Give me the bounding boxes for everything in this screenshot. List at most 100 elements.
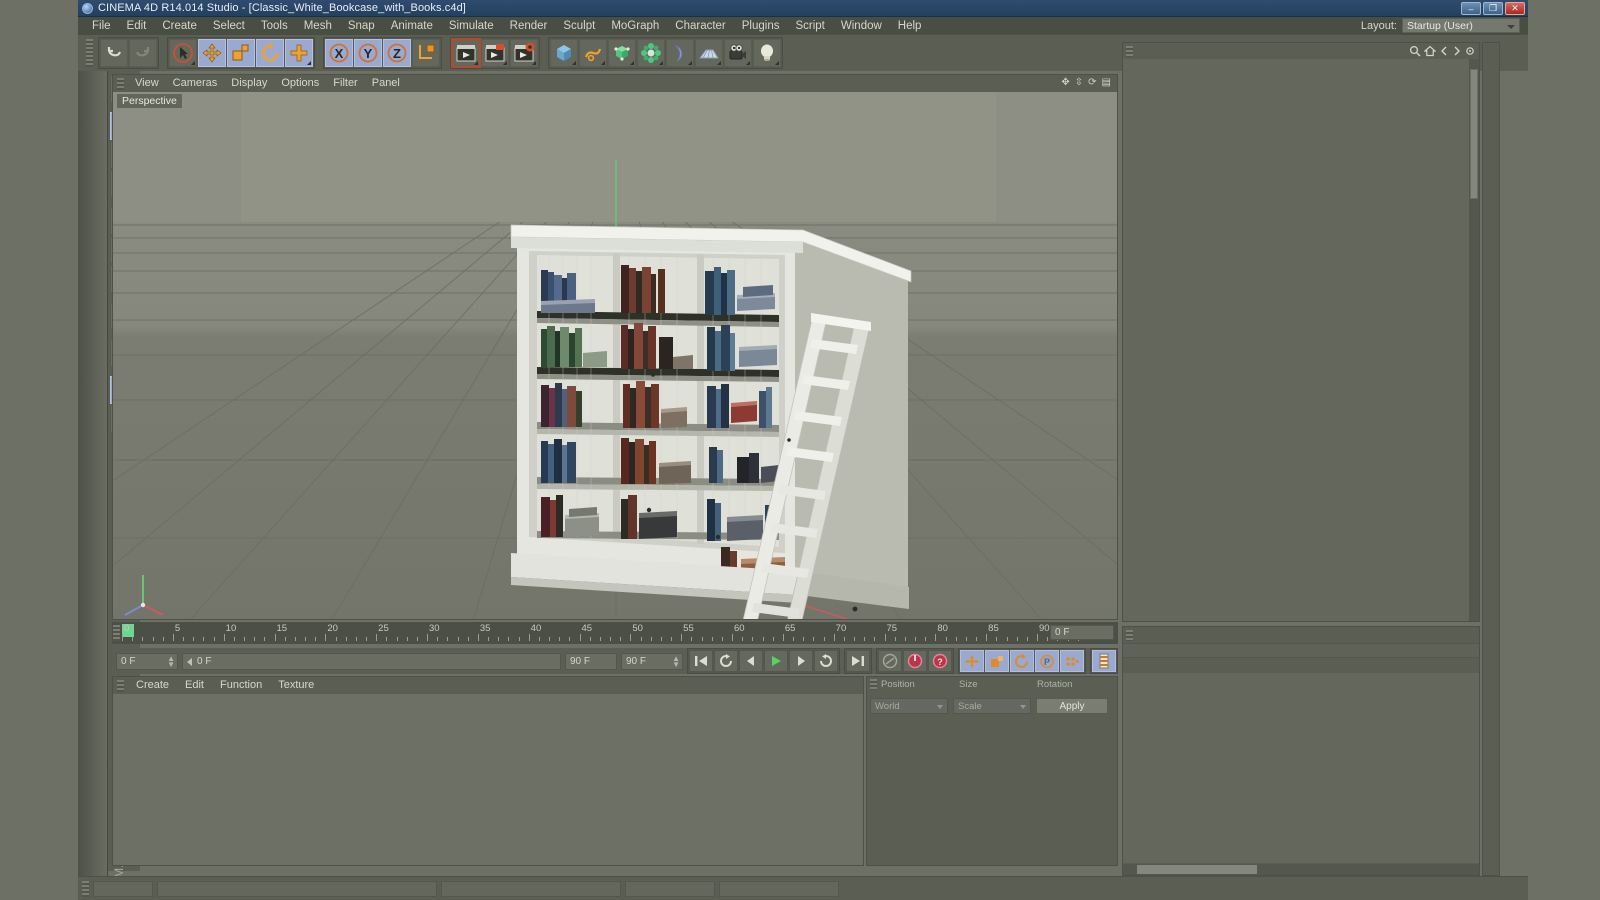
menu-item-select[interactable]: Select: [205, 17, 253, 35]
lock-y-axis-button[interactable]: Y: [354, 39, 382, 67]
menu-item-tools[interactable]: Tools: [253, 17, 296, 35]
viewport-menu-options[interactable]: Options: [274, 75, 326, 92]
menu-item-window[interactable]: Window: [833, 17, 890, 35]
render-settings-button[interactable]: [510, 39, 538, 67]
timeline-grip[interactable]: [113, 625, 120, 641]
record-scale-button[interactable]: [985, 650, 1009, 672]
viewport-menu-grip[interactable]: [117, 77, 124, 90]
back-icon[interactable]: [1439, 46, 1449, 59]
forward-loop-button[interactable]: [814, 650, 838, 672]
menu-item-render[interactable]: Render: [502, 17, 556, 35]
keyframe-mode-button[interactable]: [1092, 650, 1116, 672]
material-menu-function[interactable]: Function: [212, 677, 270, 694]
object-manager-icons[interactable]: [1409, 45, 1475, 60]
coordinate-system-select[interactable]: World: [870, 698, 948, 714]
render-region-button[interactable]: [481, 39, 509, 67]
object-manager-scrollbar[interactable]: [1469, 59, 1479, 621]
menu-item-animate[interactable]: Animate: [383, 17, 441, 35]
settings-icon[interactable]: [1465, 46, 1475, 59]
step-back-button[interactable]: [739, 650, 763, 672]
viewport-menu-display[interactable]: Display: [224, 75, 274, 92]
play-button[interactable]: [764, 650, 788, 672]
menu-item-mograph[interactable]: MoGraph: [603, 17, 667, 35]
maximize-icon[interactable]: ▤: [1102, 77, 1111, 88]
rotate-tool-button[interactable]: [256, 39, 284, 67]
layer-horizontal-scrollbar[interactable]: [1123, 864, 1479, 875]
scale-tool-button[interactable]: [227, 39, 255, 67]
size-mode-select[interactable]: Scale: [953, 698, 1031, 714]
apply-button[interactable]: Apply: [1036, 698, 1108, 714]
anim-end-spinner[interactable]: ▲ ▼: [672, 654, 680, 668]
add-tool-button[interactable]: [285, 39, 313, 67]
object-tree[interactable]: [1123, 59, 1469, 621]
rotate-icon[interactable]: ⟳: [1088, 77, 1096, 88]
camera-button[interactable]: [724, 39, 752, 67]
menu-item-sculpt[interactable]: Sculpt: [555, 17, 603, 35]
layout-select[interactable]: Startup (User): [1402, 18, 1520, 33]
live-selection-button[interactable]: [169, 39, 197, 67]
timeline-track[interactable]: 0 5 10 15 20 25 30 35 40 45 50 55 60 65 70 75 80 85 90: [122, 622, 1079, 644]
step-forward-button[interactable]: [789, 650, 813, 672]
object-manager-grip[interactable]: [1126, 45, 1133, 57]
perspective-viewport[interactable]: View Cameras Display Options Filter Panel ✥ ⇳…: [112, 74, 1118, 620]
go-to-start-button[interactable]: [689, 650, 713, 672]
light-bulb-button[interactable]: [753, 39, 781, 67]
right-dock-tabs[interactable]: [1482, 42, 1500, 876]
timeline-ruler[interactable]: 0 5 10 15 20 25 30 35 40 45 50 55 60 65 70 75 80 85 90 0 F: [112, 622, 1118, 644]
forward-icon[interactable]: [1452, 46, 1462, 59]
pan-icon[interactable]: ✥: [1061, 77, 1069, 88]
menu-item-help[interactable]: Help: [890, 17, 930, 35]
world-object-coordinate-button[interactable]: [412, 39, 440, 67]
menu-item-plugins[interactable]: Plugins: [734, 17, 788, 35]
render-view-button[interactable]: [451, 38, 481, 68]
anim-prev-icon[interactable]: [187, 657, 192, 666]
viewport-menu-view[interactable]: View: [128, 75, 166, 92]
bend-deformer-button[interactable]: [666, 39, 694, 67]
redo-button[interactable]: [129, 39, 157, 67]
anim-start-field[interactable]: 0 F ▲ ▼: [116, 652, 178, 670]
anim-current-field[interactable]: 0 F: [182, 652, 561, 670]
material-menu-create[interactable]: Create: [128, 677, 177, 694]
menu-item-character[interactable]: Character: [667, 17, 734, 35]
menu-item-edit[interactable]: Edit: [119, 17, 155, 35]
coordinates-grip[interactable]: [870, 679, 877, 690]
menu-item-file[interactable]: File: [84, 17, 119, 35]
menu-item-create[interactable]: Create: [154, 17, 205, 35]
undo-button[interactable]: [100, 39, 128, 67]
menu-item-script[interactable]: Script: [787, 17, 832, 35]
record-active-objects-button[interactable]: [903, 650, 927, 672]
material-menu-texture[interactable]: Texture: [270, 677, 322, 694]
record-rotation-button[interactable]: [1010, 650, 1034, 672]
maximize-button[interactable]: ❐: [1483, 2, 1503, 15]
window-controls[interactable]: – ❐ ✕: [1461, 2, 1525, 15]
search-icon[interactable]: [1409, 45, 1421, 60]
anim-preview-end-field[interactable]: 90 F: [565, 652, 617, 670]
play-backwards-button[interactable]: [714, 650, 738, 672]
add-spline-button[interactable]: [579, 39, 607, 67]
menu-item-simulate[interactable]: Simulate: [441, 17, 502, 35]
go-to-end-button[interactable]: [846, 650, 870, 672]
keyframe-selection-button[interactable]: ?: [928, 650, 952, 672]
material-menu-grip[interactable]: [117, 679, 124, 692]
lock-x-axis-button[interactable]: X: [325, 39, 353, 67]
layer-rows[interactable]: [1123, 673, 1479, 863]
menu-item-mesh[interactable]: Mesh: [296, 17, 340, 35]
object-manager-scroll-thumb[interactable]: [1470, 69, 1478, 199]
nurbs-button[interactable]: [608, 39, 636, 67]
floor-environment-button[interactable]: [695, 39, 723, 67]
menu-item-snap[interactable]: Snap: [340, 17, 383, 35]
layer-scroll-thumb[interactable]: [1137, 865, 1257, 874]
layer-manager-grip[interactable]: [1126, 629, 1133, 641]
toolbar-grip[interactable]: [86, 39, 93, 67]
record-position-button[interactable]: [960, 650, 984, 672]
array-button[interactable]: [637, 39, 665, 67]
material-swatch-list[interactable]: [113, 694, 863, 865]
record-param-button[interactable]: P: [1035, 650, 1059, 672]
viewport-menu-filter[interactable]: Filter: [326, 75, 364, 92]
status-bar-grip[interactable]: [82, 880, 89, 897]
viewport-3d-scene[interactable]: [113, 75, 1117, 619]
viewport-menu-panel[interactable]: Panel: [365, 75, 407, 92]
lock-z-axis-button[interactable]: Z: [383, 39, 411, 67]
close-button[interactable]: ✕: [1505, 2, 1525, 15]
anim-end-field[interactable]: 90 F ▲ ▼: [621, 652, 683, 670]
